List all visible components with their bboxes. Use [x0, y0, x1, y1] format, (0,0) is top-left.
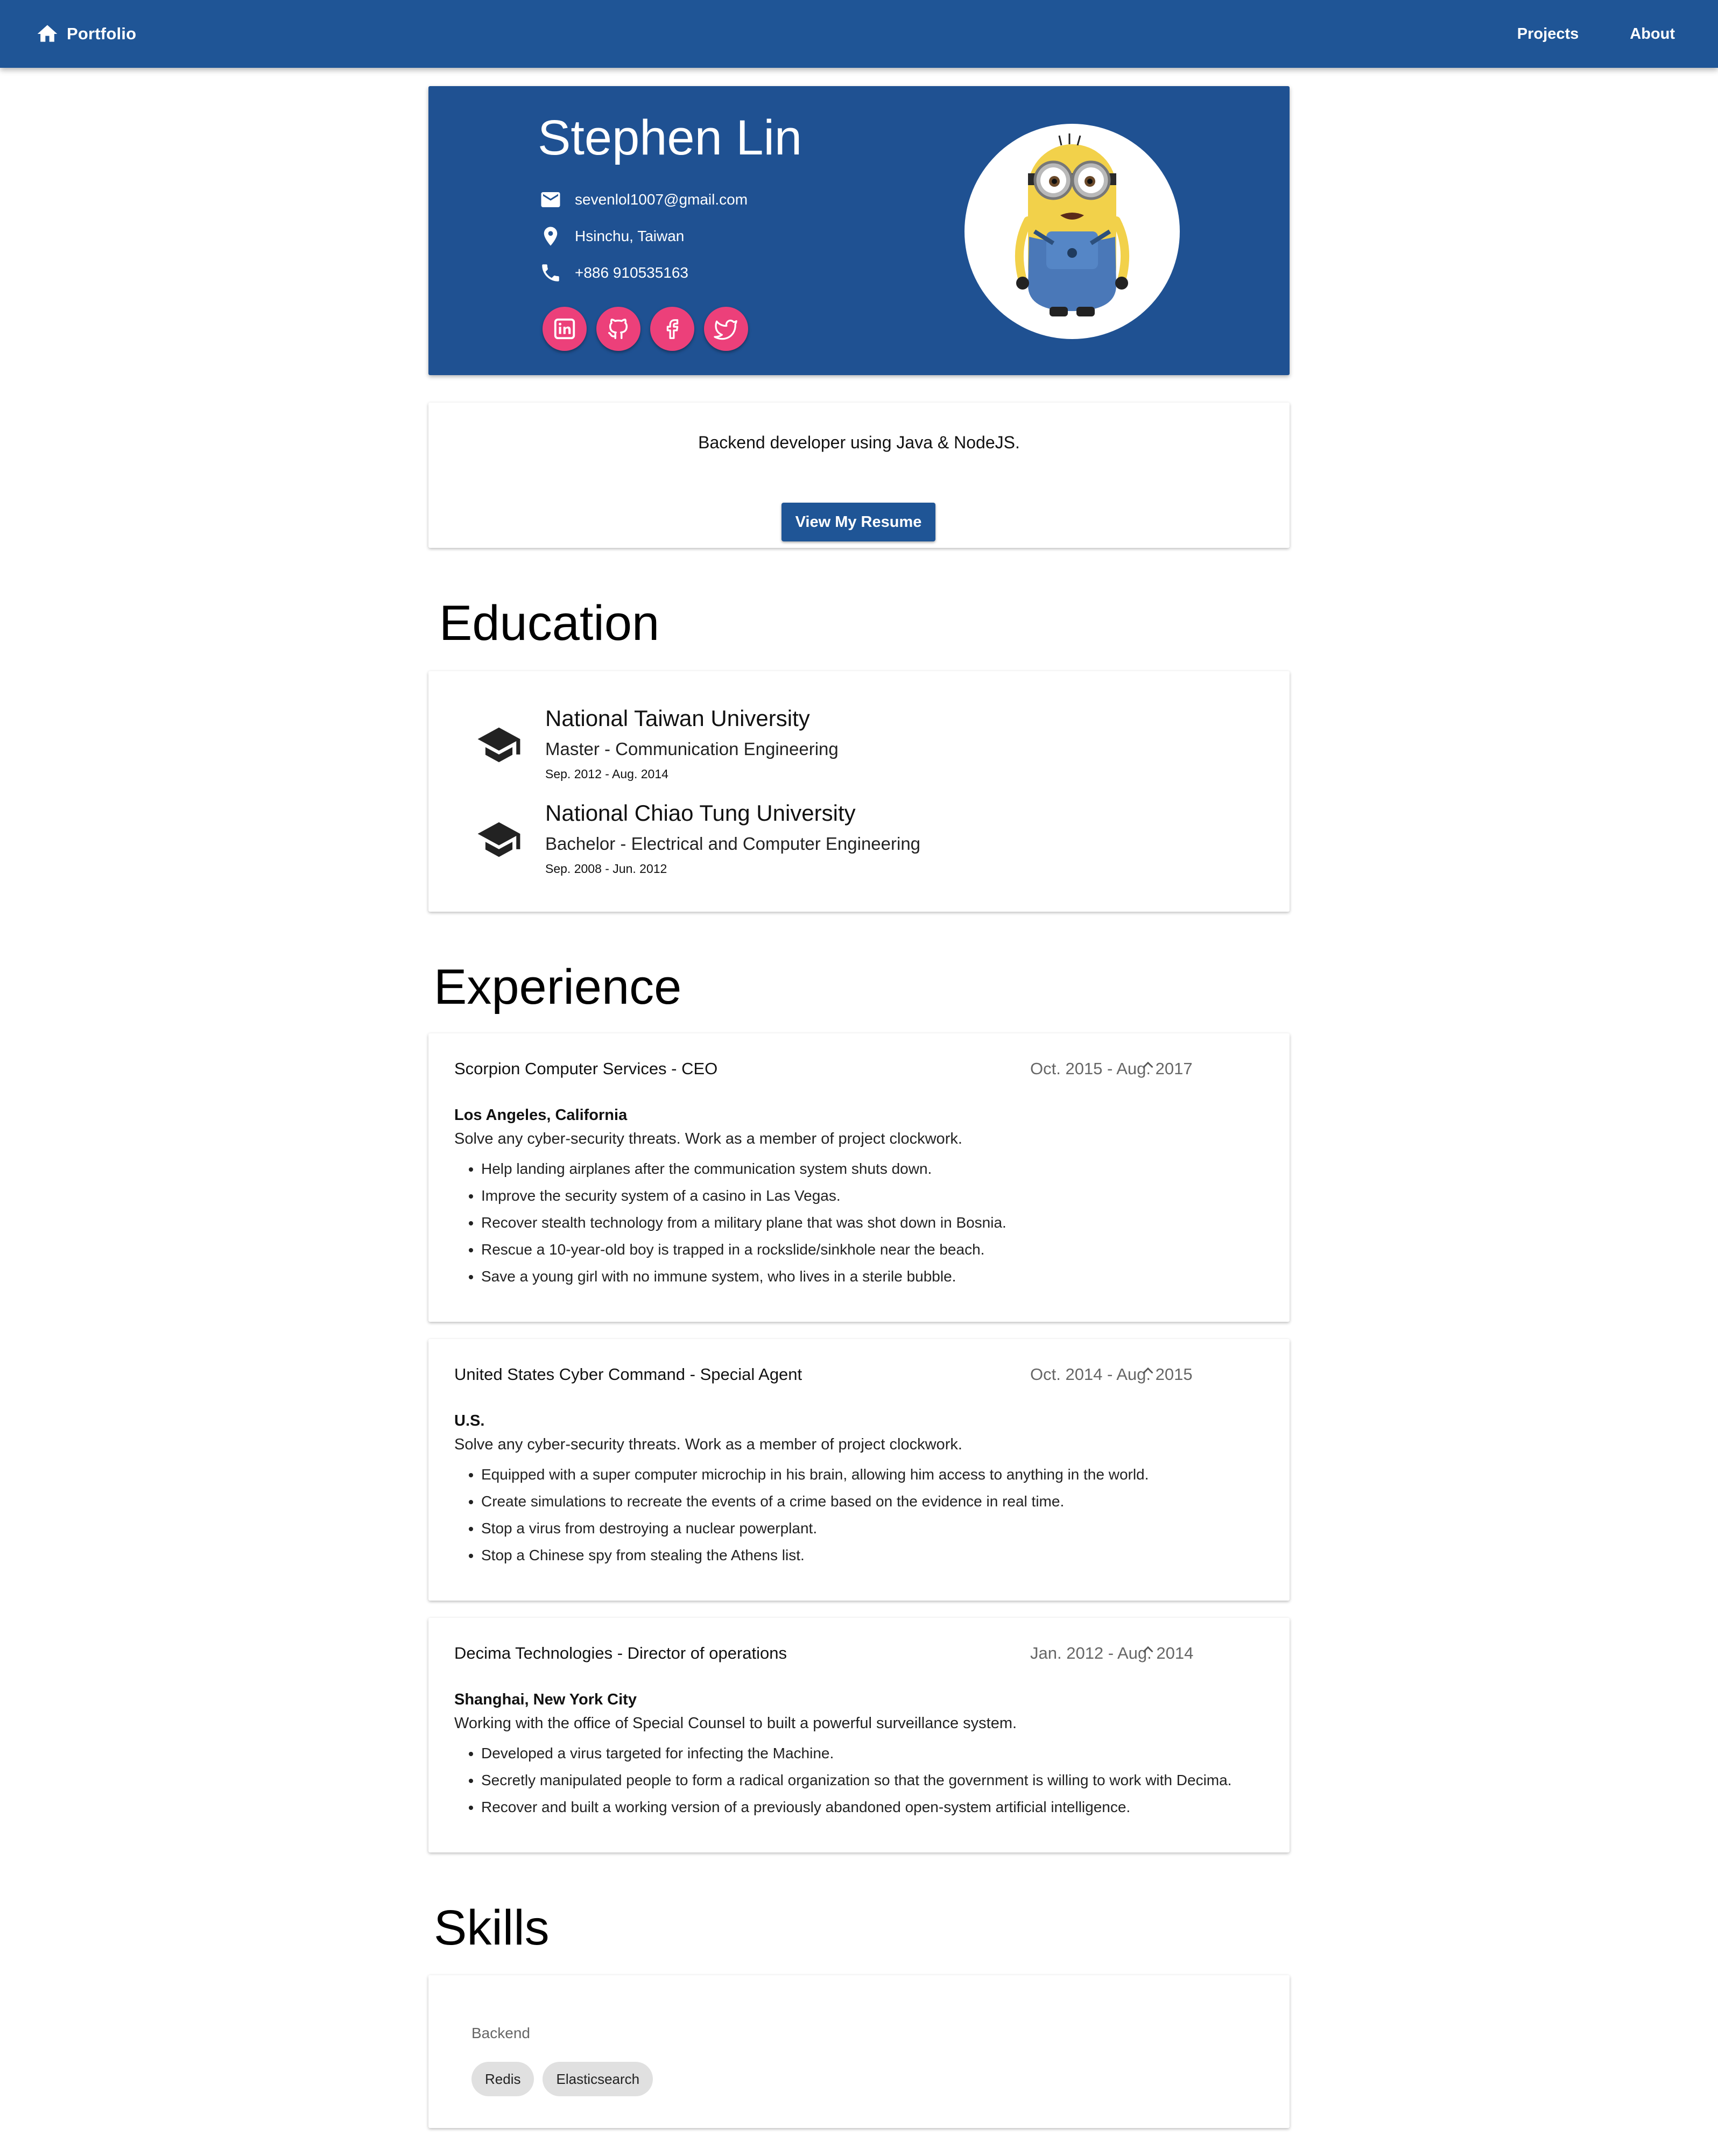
home-icon [37, 25, 58, 42]
facebook-icon [666, 319, 679, 339]
location-row: Hsinchu, Taiwan [539, 225, 684, 248]
experience-header[interactable]: Scorpion Computer Services - CEO Oct. 20… [454, 1059, 1268, 1086]
school-name: National Taiwan University [545, 706, 810, 731]
list-item: Secretly manipulated people to form a ra… [481, 1767, 1231, 1794]
chevron-up-icon[interactable] [1139, 1362, 1157, 1380]
bio-text: Backend developer using Java & NodeJS. [698, 433, 1020, 452]
school-name: National Chiao Tung University [545, 800, 856, 826]
skill-group-label: Backend [471, 2025, 530, 2041]
skill-chip[interactable]: Redis [471, 2062, 534, 2096]
experience-header[interactable]: United States Cyber Command - Special Ag… [454, 1365, 1268, 1392]
profile-avatar [964, 124, 1180, 339]
experience-bullets: Help landing airplanes after the communi… [454, 1155, 1006, 1290]
github-icon [608, 319, 628, 339]
experience-role: Decima Technologies - Director of operat… [454, 1644, 787, 1662]
chevron-up-icon[interactable] [1139, 1056, 1157, 1074]
experience-description: Solve any cyber-security threats. Work a… [454, 1436, 962, 1453]
minion-avatar-image [1015, 133, 1130, 316]
degree-text: Master - Communication Engineering [545, 739, 839, 759]
nav-link-about[interactable]: About [1630, 25, 1675, 43]
education-dates: Sep. 2012 - Aug. 2014 [545, 767, 668, 781]
graduation-cap-icon [477, 727, 520, 763]
experience-panel[interactable]: Decima Technologies - Director of operat… [428, 1618, 1290, 1852]
chevron-up-icon[interactable] [1139, 1640, 1157, 1659]
location-text: Hsinchu, Taiwan [575, 228, 685, 244]
view-resume-button[interactable]: View My Resume [781, 503, 935, 541]
github-button[interactable] [596, 307, 640, 351]
facebook-button[interactable] [650, 307, 694, 351]
brand-label: Portfolio [67, 24, 137, 43]
experience-location: U.S. [454, 1412, 485, 1429]
phone-text: +886 910535163 [575, 264, 688, 281]
education-text: National Chiao Tung University Bachelor … [545, 800, 920, 876]
experience-dates: Jan. 2012 - Aug. 2014 [1030, 1644, 1194, 1662]
nav-link-projects[interactable]: Projects [1517, 25, 1579, 43]
list-item: Save a young girl with no immune system,… [481, 1263, 1006, 1290]
experience-dates: Oct. 2015 - Aug. 2017 [1030, 1059, 1193, 1078]
experience-bullets: Developed a virus targeted for infecting… [454, 1740, 1231, 1821]
experience-description: Working with the office of Special Couns… [454, 1715, 1017, 1732]
summary-card: Backend developer using Java & NodeJS. V… [428, 403, 1290, 548]
experience-role: United States Cyber Command - Special Ag… [454, 1365, 802, 1384]
experience-header[interactable]: Decima Technologies - Director of operat… [454, 1644, 1268, 1671]
experience-description: Solve any cyber-security threats. Work a… [454, 1130, 962, 1147]
skills-title: Skills [434, 1900, 550, 1955]
experience-location: Los Angeles, California [454, 1107, 628, 1124]
list-item: Equipped with a super computer microchip… [481, 1461, 1149, 1488]
mail-icon [541, 192, 560, 207]
list-item: Stop a virus from destroying a nuclear p… [481, 1515, 1149, 1542]
education-title: Education [439, 596, 660, 651]
experience-dates: Oct. 2014 - Aug. 2015 [1030, 1365, 1193, 1384]
list-item: Developed a virus targeted for infecting… [481, 1740, 1231, 1767]
phone-row: +886 910535163 [539, 262, 688, 284]
list-item: Help landing airplanes after the communi… [481, 1155, 1006, 1182]
list-item: Recover stealth technology from a milita… [481, 1209, 1006, 1236]
experience-role: Scorpion Computer Services - CEO [454, 1059, 718, 1078]
education-text: National Taiwan University Master - Comm… [545, 706, 839, 781]
linkedin-icon [554, 318, 575, 340]
linkedin-button[interactable] [543, 307, 587, 351]
email-text: sevenlol1007@gmail.com [575, 191, 748, 208]
skill-chips: Redis Elasticsearch [471, 2062, 661, 2096]
degree-text: Bachelor - Electrical and Computer Engin… [545, 834, 921, 854]
social-links [543, 307, 758, 351]
experience-title: Experience [434, 960, 682, 1014]
experience-panel[interactable]: Scorpion Computer Services - CEO Oct. 20… [428, 1033, 1290, 1322]
profile-name: Stephen Lin [538, 110, 802, 165]
skills-card: Backend Redis Elasticsearch [428, 1975, 1290, 2128]
brand-link[interactable]: Portfolio [36, 22, 136, 46]
list-item: Recover and built a working version of a… [481, 1794, 1231, 1821]
list-item: Improve the security system of a casino … [481, 1182, 1006, 1209]
location-pin-icon [544, 227, 558, 246]
list-item: Stop a Chinese spy from stealing the Ath… [481, 1542, 1149, 1569]
education-dates: Sep. 2008 - Jun. 2012 [545, 862, 667, 876]
twitter-button[interactable] [704, 307, 748, 351]
experience-panel[interactable]: United States Cyber Command - Special Ag… [428, 1339, 1290, 1601]
top-app-bar: Portfolio Projects About [0, 0, 1718, 68]
nav-links: Projects About [1466, 25, 1675, 43]
skill-chip[interactable]: Elasticsearch [543, 2062, 653, 2096]
phone-icon [542, 264, 559, 281]
graduation-cap-icon [477, 822, 520, 857]
experience-location: Shanghai, New York City [454, 1691, 637, 1708]
profile-card: Stephen Lin sevenlol1007@gmail.com Hsinc… [428, 86, 1290, 375]
education-card: National Taiwan University Master - Comm… [428, 671, 1290, 912]
twitter-icon [714, 319, 737, 340]
experience-bullets: Equipped with a super computer microchip… [454, 1461, 1149, 1569]
list-item: Rescue a 10-year-old boy is trapped in a… [481, 1236, 1006, 1263]
list-item: Create simulations to recreate the event… [481, 1488, 1149, 1515]
email-row[interactable]: sevenlol1007@gmail.com [539, 188, 748, 211]
